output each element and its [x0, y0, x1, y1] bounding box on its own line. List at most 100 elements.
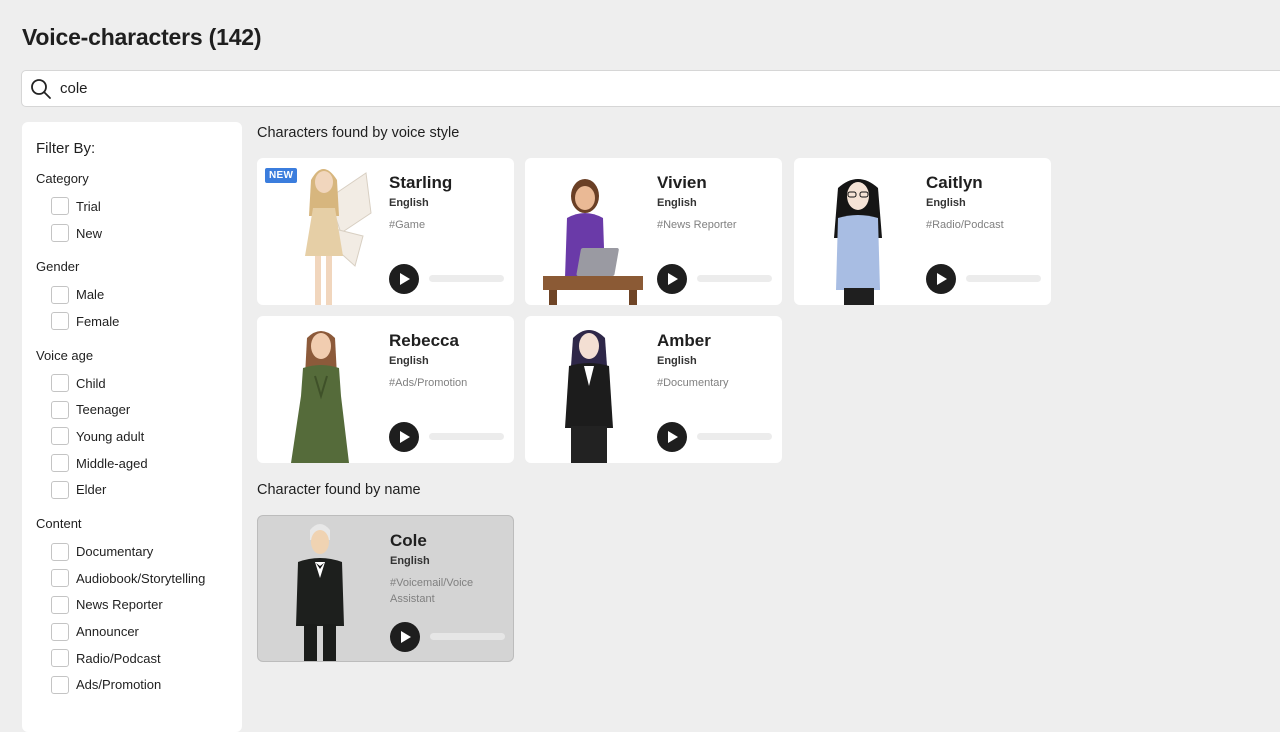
- filter-group-title: Content: [36, 516, 82, 532]
- audio-progress-bar[interactable]: [429, 275, 504, 282]
- filter-option-audiobook[interactable]: Audiobook/Storytelling: [36, 565, 242, 592]
- filter-option-label: Audiobook/Storytelling: [76, 570, 206, 586]
- filter-option-label: Child: [76, 375, 106, 391]
- filter-option-label: Middle-aged: [76, 455, 148, 471]
- play-icon: [401, 631, 411, 643]
- play-button[interactable]: [389, 422, 419, 452]
- search-input[interactable]: [60, 80, 660, 97]
- character-language: English: [657, 197, 697, 209]
- character-name: Cole: [390, 531, 427, 550]
- filter-group-content: Content Documentary Audiobook/Storytelli…: [36, 516, 242, 698]
- checkbox[interactable]: [51, 622, 69, 641]
- character-language: English: [390, 555, 430, 567]
- play-icon: [937, 273, 947, 285]
- filter-group-gender: Gender Male Female: [36, 259, 242, 334]
- character-name: Rebecca: [389, 331, 459, 350]
- filter-option-documentary[interactable]: Documentary: [36, 538, 242, 565]
- character-card-starling[interactable]: NEW Starling English #Game: [257, 158, 514, 305]
- audio-progress-bar[interactable]: [697, 433, 772, 440]
- checkbox[interactable]: [51, 569, 69, 588]
- filter-option-middle-aged[interactable]: Middle-aged: [36, 450, 242, 477]
- character-tag: #Voicemail/Voice Assistant: [390, 577, 474, 605]
- checkbox[interactable]: [51, 285, 69, 304]
- filter-option-ads-promotion[interactable]: Ads/Promotion: [36, 672, 242, 699]
- character-card-rebecca[interactable]: Rebecca English #Ads/Promotion: [257, 316, 514, 463]
- play-button[interactable]: [657, 422, 687, 452]
- character-portrait: [543, 179, 643, 305]
- character-card-cole[interactable]: Cole English #Voicemail/Voice Assistant: [257, 515, 514, 662]
- checkbox[interactable]: [51, 595, 69, 614]
- filter-option-label: Radio/Podcast: [76, 650, 161, 666]
- audio-progress-bar[interactable]: [429, 433, 504, 440]
- character-tag: #Radio/Podcast: [926, 219, 1004, 231]
- checkbox[interactable]: [51, 224, 69, 243]
- filter-option-announcer[interactable]: Announcer: [36, 618, 242, 645]
- filter-group-category: Category Trial New: [36, 171, 242, 246]
- character-portrait: [296, 524, 344, 661]
- character-portrait: [291, 331, 349, 463]
- filter-option-label: News Reporter: [76, 597, 163, 613]
- filter-option-label: Teenager: [76, 402, 131, 418]
- filter-panel: Filter By: Category Trial New Gender Mal…: [22, 122, 242, 732]
- filter-option-label: Ads/Promotion: [76, 677, 162, 693]
- character-card-vivien[interactable]: Vivien English #News Reporter: [525, 158, 782, 305]
- filter-option-label: Announcer: [76, 624, 139, 640]
- search-bar[interactable]: [21, 70, 1280, 107]
- checkbox[interactable]: [51, 374, 69, 393]
- filter-option-radio-podcast[interactable]: Radio/Podcast: [36, 645, 242, 672]
- section-title-voice-style: Characters found by voice style: [257, 125, 460, 141]
- checkbox[interactable]: [51, 542, 69, 561]
- checkbox[interactable]: [51, 480, 69, 499]
- character-name: Starling: [389, 173, 453, 192]
- section-title-by-name: Character found by name: [257, 482, 421, 498]
- checkbox[interactable]: [51, 649, 69, 668]
- character-card-amber[interactable]: Amber English #Documentary: [525, 316, 782, 463]
- filter-option-female[interactable]: Female: [36, 308, 242, 335]
- checkbox[interactable]: [51, 454, 69, 473]
- checkbox[interactable]: [51, 400, 69, 419]
- new-badge: NEW: [265, 168, 298, 183]
- audio-progress-bar[interactable]: [430, 633, 505, 640]
- character-card-caitlyn[interactable]: Caitlyn English #Radio/Podcast: [794, 158, 1051, 305]
- character-tag: #Game: [389, 219, 426, 231]
- audio-progress-bar[interactable]: [697, 275, 772, 282]
- play-icon: [668, 431, 678, 443]
- filter-option-young-adult[interactable]: Young adult: [36, 423, 242, 450]
- search-icon: [30, 78, 52, 100]
- filter-option-label: New: [76, 225, 103, 241]
- filter-option-child[interactable]: Child: [36, 370, 242, 397]
- filter-option-news-reporter[interactable]: News Reporter: [36, 592, 242, 619]
- play-button[interactable]: [926, 264, 956, 294]
- play-button[interactable]: [657, 264, 687, 294]
- character-name: Caitlyn: [926, 173, 983, 192]
- filter-option-trial[interactable]: Trial: [36, 193, 242, 220]
- page-title: Voice-characters (142): [22, 24, 262, 50]
- checkbox[interactable]: [51, 312, 69, 331]
- play-icon: [400, 273, 410, 285]
- character-language: English: [389, 197, 429, 209]
- filter-group-title: Voice age: [36, 347, 94, 363]
- character-language: English: [389, 355, 429, 367]
- character-tag: #Ads/Promotion: [389, 377, 468, 389]
- character-tag: #Documentary: [657, 377, 729, 389]
- character-language: English: [926, 197, 966, 209]
- checkbox[interactable]: [51, 427, 69, 446]
- checkbox[interactable]: [51, 197, 69, 216]
- filter-option-teenager[interactable]: Teenager: [36, 396, 242, 423]
- filter-option-label: Male: [76, 287, 105, 303]
- play-icon: [668, 273, 678, 285]
- play-button[interactable]: [390, 622, 420, 652]
- character-language: English: [657, 355, 697, 367]
- audio-progress-bar[interactable]: [966, 275, 1041, 282]
- filter-option-new[interactable]: New: [36, 220, 242, 247]
- filter-group-title: Gender: [36, 259, 80, 275]
- filter-title: Filter By:: [36, 140, 96, 157]
- filter-option-elder[interactable]: Elder: [36, 477, 242, 504]
- character-name: Vivien: [657, 173, 707, 192]
- filter-option-male[interactable]: Male: [36, 281, 242, 308]
- checkbox[interactable]: [51, 675, 69, 694]
- filter-option-label: Female: [76, 313, 120, 329]
- character-portrait: [565, 330, 613, 463]
- character-tag: #News Reporter: [657, 219, 737, 231]
- play-button[interactable]: [389, 264, 419, 294]
